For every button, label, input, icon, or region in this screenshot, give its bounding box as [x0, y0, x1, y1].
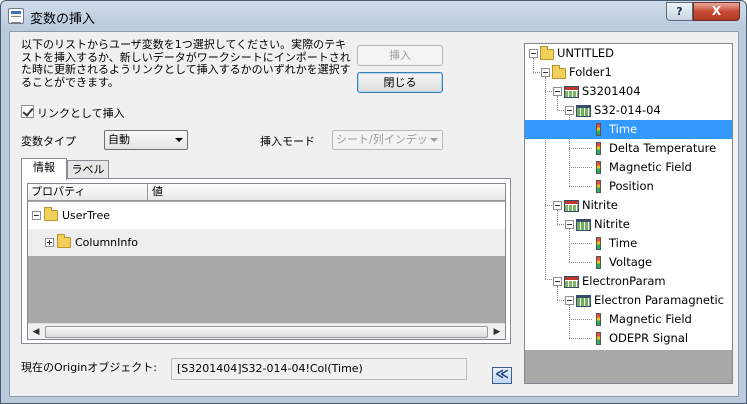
folder-icon	[540, 46, 554, 60]
collapse-panel-button[interactable]: ≪	[492, 367, 512, 384]
tree-node-label: Time	[609, 122, 638, 136]
tree-node-nitrite-book[interactable]: Nitrite	[582, 196, 618, 215]
instructions-text: 以下のリストからユーザ変数を1つ選択してください。実際のテキストを挿入するか、新…	[21, 38, 351, 89]
column-icon	[596, 161, 601, 174]
tree-node-folder1[interactable]: Folder1	[569, 63, 612, 82]
column-icon	[596, 237, 601, 250]
workbook-icon	[564, 86, 579, 98]
current-object-label: 現在のOriginオブジェクト:	[21, 361, 157, 374]
property-grid[interactable]: プロパティ 値 UserTree ColumnInfo ◀ ▶	[27, 183, 506, 340]
horizontal-scrollbar[interactable]: ◀ ▶	[28, 323, 505, 339]
collapse-icon[interactable]	[553, 201, 562, 210]
tree-node-magnetic-field[interactable]: Magnetic Field	[609, 158, 692, 177]
workbook-icon	[564, 200, 579, 212]
tree-node-time-selected[interactable]: Time	[525, 120, 732, 139]
collapse-icon[interactable]	[529, 49, 538, 58]
tree-node-odepr-signal[interactable]: ODEPR Signal	[609, 329, 688, 348]
tree-node-s3201404[interactable]: S3201404	[582, 82, 641, 101]
tab-label[interactable]: ラベル	[67, 160, 109, 180]
collapse-icon[interactable]	[565, 220, 574, 229]
app-icon	[8, 8, 24, 24]
grid-row-columninfo[interactable]: ColumnInfo	[28, 229, 505, 256]
current-object-field: [S3201404]S32-014-04!Col(Time)	[171, 358, 467, 380]
grid-row-label: ColumnInfo	[75, 236, 138, 249]
dialog-client-area: 以下のリストからユーザ変数を1つ選択してください。実際のテキストを挿入するか、新…	[9, 31, 739, 397]
scroll-left-arrow-icon[interactable]: ◀	[28, 324, 44, 339]
object-tree-content: UNTITLED Folder1 S3201404 S32-014-04 Tim…	[525, 44, 732, 350]
scrollbar-thumb[interactable]	[45, 326, 488, 338]
column-header-value[interactable]: 値	[152, 184, 163, 200]
folder-icon	[552, 65, 566, 79]
insert-mode-value: シート/列インデッ	[336, 133, 428, 146]
column-icon	[596, 313, 601, 326]
window-title: 変数の挿入	[30, 12, 96, 27]
scroll-right-arrow-icon[interactable]: ▶	[489, 324, 505, 339]
tree-node-position[interactable]: Position	[609, 177, 654, 196]
worksheet-icon	[576, 219, 591, 231]
tree-node-nitrite-sheet[interactable]: Nitrite	[594, 215, 630, 234]
collapse-icon[interactable]	[553, 277, 562, 286]
worksheet-icon	[576, 105, 591, 117]
insert-as-link-checkbox[interactable]	[21, 105, 34, 118]
help-button[interactable]: ?	[666, 2, 693, 21]
tree-node-s32-014-04[interactable]: S32-014-04	[594, 101, 661, 120]
object-tree[interactable]: UNTITLED Folder1 S3201404 S32-014-04 Tim…	[524, 43, 733, 384]
collapse-icon[interactable]	[32, 211, 41, 220]
collapse-icon[interactable]	[541, 68, 550, 77]
grid-row-label: UserTree	[62, 209, 110, 222]
column-icon	[596, 332, 601, 345]
chevron-down-icon	[175, 138, 183, 142]
workbook-icon	[564, 276, 579, 288]
collapse-icon[interactable]	[565, 106, 574, 115]
column-icon	[596, 180, 601, 193]
column-icon	[596, 123, 601, 136]
title-bar[interactable]: 変数の挿入 ? X	[1, 1, 746, 31]
tab-info[interactable]: 情報	[21, 158, 67, 180]
tree-node-electronparam[interactable]: ElectronParam	[582, 272, 666, 291]
insert-button[interactable]: 挿入	[357, 45, 443, 66]
variable-type-label: 変数タイプ	[21, 135, 76, 148]
insert-mode-select[interactable]: シート/列インデッ	[332, 130, 443, 150]
close-button[interactable]: 閉じる	[357, 72, 443, 93]
tree-node-time[interactable]: Time	[609, 234, 637, 253]
variable-type-select[interactable]: 自動	[104, 130, 188, 150]
info-tab-panel: プロパティ 値 UserTree ColumnInfo ◀ ▶	[21, 178, 511, 344]
expand-icon[interactable]	[45, 238, 54, 247]
insert-as-link-label[interactable]: リンクとして挿入	[37, 105, 125, 121]
chevron-down-icon	[430, 138, 438, 142]
column-icon	[596, 256, 601, 269]
insert-mode-label: 挿入モード	[260, 135, 315, 148]
insert-variable-dialog: 変数の挿入 ? X 以下のリストからユーザ変数を1つ選択してください。実際のテキ…	[0, 0, 747, 404]
grid-row-usertree[interactable]: UserTree	[28, 202, 505, 229]
close-window-button[interactable]: X	[693, 2, 740, 21]
worksheet-icon	[576, 295, 591, 307]
folder-icon	[57, 234, 71, 248]
collapse-icon[interactable]	[553, 87, 562, 96]
variable-type-value: 自動	[108, 133, 130, 146]
tree-node-untitled[interactable]: UNTITLED	[557, 44, 614, 63]
grid-header: プロパティ 値	[28, 184, 505, 201]
tree-node-magnetic-field-2[interactable]: Magnetic Field	[609, 310, 692, 329]
tree-node-voltage[interactable]: Voltage	[609, 253, 652, 272]
column-divider[interactable]	[147, 184, 148, 200]
column-icon	[596, 142, 601, 155]
column-header-property[interactable]: プロパティ	[31, 184, 85, 200]
tree-node-delta-temperature[interactable]: Delta Temperature	[609, 139, 716, 158]
folder-icon	[44, 207, 58, 221]
tree-node-electron-paramagnetic[interactable]: Electron Paramagnetic	[594, 291, 724, 310]
collapse-icon[interactable]	[565, 296, 574, 305]
